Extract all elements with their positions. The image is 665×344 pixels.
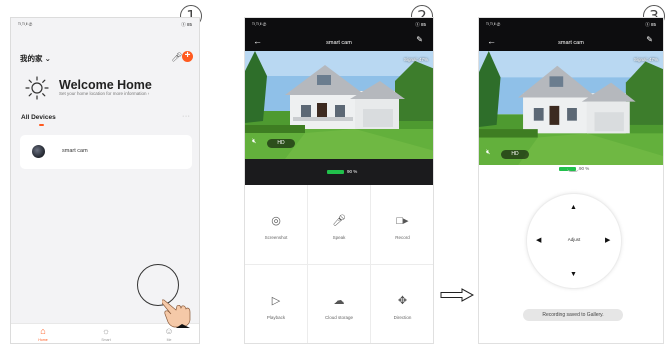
- speaker-mute-icon[interactable]: 🔇︎: [486, 149, 490, 157]
- more-options-icon[interactable]: ···: [182, 113, 191, 120]
- device-card-smart-cam[interactable]: smart cam: [20, 135, 192, 169]
- tab-me[interactable]: ☺ Me: [149, 326, 189, 342]
- tab-label: Me: [166, 338, 172, 342]
- control-label: Speak: [332, 235, 346, 240]
- home-icon: ⌂: [40, 326, 46, 336]
- edit-icon[interactable]: ✎: [416, 35, 423, 44]
- record-button[interactable]: □▸ Record: [371, 185, 433, 265]
- tab-home[interactable]: ⌂ Home: [23, 326, 63, 342]
- camera-title: smart cam: [558, 40, 584, 46]
- arrow-down-button[interactable]: ▼: [570, 271, 577, 279]
- camera-feed[interactable]: Signal: 47% 🔇︎ HD: [245, 51, 433, 159]
- phone-direction-screen: ᵀᴵ.ᵀᴵ.ᴵᴵ ✆ ⓢ 85 ← smart cam ✎ Signal: 47…: [478, 17, 664, 344]
- set-location-link[interactable]: Set your home location for more informat…: [59, 91, 149, 96]
- battery-level-fill: [327, 170, 344, 174]
- status-bar: ᵀᴵ.ᵀᴵ.ᴵᴵ ✆ ⓢ 85: [245, 18, 433, 32]
- sun-icon: [25, 76, 49, 100]
- screenshot-button[interactable]: ◎ Screenshot: [245, 185, 308, 265]
- tab-label: Smart: [101, 338, 111, 342]
- hd-toggle-button[interactable]: HD: [501, 150, 529, 159]
- direction-pad: ▲ ▼ ◀ ▶ Adjust: [527, 194, 621, 288]
- battery-indicator: ⓢ 85: [181, 22, 192, 27]
- edit-icon[interactable]: ✎: [646, 35, 653, 44]
- hand-pointer-icon: [162, 299, 191, 328]
- control-label: Record: [395, 235, 410, 240]
- welcome-title: Welcome Home: [59, 78, 152, 92]
- tab-label: Home: [38, 338, 48, 342]
- signal-indicator: ᵀᴵ.ᵀᴵ.ᴵᴵ ✆: [18, 22, 33, 27]
- playback-icon: ▷: [271, 295, 281, 307]
- direction-button[interactable]: ✥ Direction: [371, 265, 433, 343]
- home-selector[interactable]: 我的家 ⌄: [20, 53, 51, 64]
- phone-camera-screen: ᵀᴵ.ᵀᴵ.ᴵᴵ ✆ ⓢ 85 ← smart cam ✎ Signal: 47…: [244, 17, 434, 344]
- cloud-storage-button[interactable]: ☁︎ Cloud storage: [308, 265, 371, 343]
- adjust-label: Adjust: [567, 237, 581, 242]
- camera-device-icon: [32, 145, 45, 158]
- playback-button[interactable]: ▷ Playback: [245, 265, 308, 343]
- speaker-mute-icon[interactable]: 🔇︎: [252, 138, 256, 146]
- move-icon: ✥: [397, 295, 408, 307]
- hd-toggle-button[interactable]: HD: [267, 139, 295, 148]
- microphone-icon[interactable]: 🎤︎: [171, 52, 182, 63]
- device-name: smart cam: [62, 148, 88, 154]
- speak-button[interactable]: 🎤︎ Speak: [308, 185, 371, 265]
- panel-handle[interactable]: [567, 168, 579, 172]
- add-device-button[interactable]: +: [182, 51, 193, 62]
- control-label: Screenshot: [264, 235, 288, 240]
- control-label: Direction: [393, 315, 412, 320]
- camera-title: smart cam: [326, 40, 352, 46]
- camera-icon: ◎: [271, 215, 281, 227]
- tab-underline: [39, 124, 44, 126]
- control-grid: ◎ Screenshot 🎤︎ Speak □▸ Record ▷ Playba…: [245, 185, 433, 343]
- control-label: Playback: [266, 315, 286, 320]
- smart-icon: ☼: [101, 326, 111, 336]
- signal-strength: Signal: 47%: [403, 57, 428, 62]
- flow-arrow-icon: [440, 288, 474, 302]
- arrow-up-button[interactable]: ▲: [570, 204, 577, 212]
- battery-percent: 90 %: [579, 166, 590, 171]
- signal-indicator: ᵀᴵ.ᵀᴵ.ᴵᴵ ✆: [486, 22, 501, 27]
- battery-indicator: ⓢ 85: [415, 22, 426, 27]
- status-bar: ᵀᴵ.ᵀᴵ.ᴵᴵ ✆ ⓢ 85: [479, 18, 663, 32]
- status-bar: ᵀᴵ.ᵀᴵ.ᴵᴵ ✆ ⓢ 85: [11, 18, 199, 32]
- house-image: [479, 51, 663, 165]
- tab-all-devices[interactable]: All Devices: [21, 114, 56, 121]
- microphone-icon: 🎤︎: [332, 215, 346, 227]
- signal-indicator: ᵀᴵ.ᵀᴵ.ᴵᴵ ✆: [252, 22, 267, 27]
- camera-feed[interactable]: Signal: 47% 🔇︎ HD: [479, 51, 663, 165]
- recording-saved-toast: Recording saved to Gallery.: [523, 309, 623, 321]
- control-label: Cloud storage: [324, 315, 354, 320]
- battery-percent: 90 %: [347, 169, 358, 174]
- battery-indicator: ⓢ 85: [645, 22, 656, 27]
- signal-strength: Signal: 47%: [633, 57, 658, 62]
- battery-status-bar: 90 %: [245, 159, 433, 185]
- video-icon: □▸: [396, 215, 409, 227]
- cloud-icon: ☁︎: [333, 295, 345, 307]
- tab-smart[interactable]: ☼ Smart: [86, 326, 126, 342]
